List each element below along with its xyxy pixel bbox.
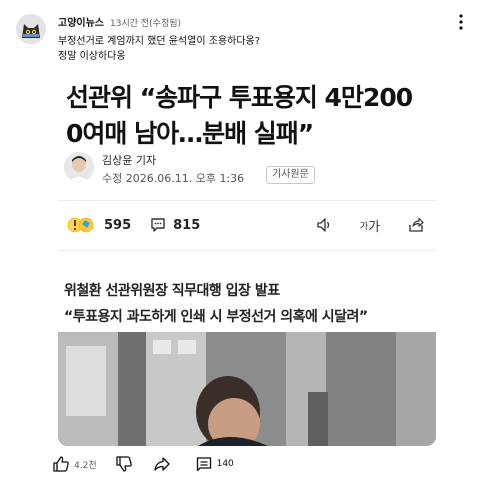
channel-avatar[interactable] [16,14,46,44]
comment-count: 140 [216,459,234,469]
post-image[interactable]: 선관위 “송파구 투표용지 4만200 0여매 남아…분배 실패” 김상윤 기자… [58,66,436,446]
post-actions: 4.2천 140 [52,452,234,476]
share-button[interactable] [153,455,171,473]
thumbs-up-icon [53,456,69,472]
article-photo [58,332,436,446]
more-vert-icon[interactable] [454,12,468,32]
share-arrow-icon [406,214,426,236]
divider [58,200,436,201]
article-headline: 선관위 “송파구 투표용지 4만200 0여매 남아…분배 실패” [66,80,436,152]
share-icon [153,457,170,471]
headline-line-2: 0여매 남아…분배 실패” [66,119,314,148]
speaker-icon [314,214,334,236]
reaction-bar: 595 815 [66,214,218,236]
comment-icon [151,218,165,232]
comments-button[interactable]: 140 [195,455,234,473]
post-text-line-1: 부정선거로 계엄까지 했던 윤석열이 조용하다옹? [58,36,261,47]
post-time[interactable]: 13시간 전(수정됨) [110,16,181,29]
comment-icon [196,457,211,472]
headline-line-1: 선관위 “송파구 투표용지 4만200 [66,83,413,112]
modified-time: 수정 2026.06.11. 오후 1:36 [102,172,245,185]
community-post: 고양이뉴스 13시간 전(수정됨) 부정선거로 계엄까지 했던 윤석열이 조용하… [0,0,480,488]
reaction-count: 595 [104,217,132,233]
post-header: 고양이뉴스 13시간 전(수정됨) [58,14,181,29]
like-button[interactable]: 4.2천 [52,455,115,473]
article-tools: 가가 [314,214,426,236]
article-subhead-2: “투표용지 과도하게 인쇄 시 부정선거 의혹에 시달려” [64,309,368,325]
dislike-button[interactable] [115,455,133,473]
reporter-avatar [64,152,94,182]
original-article-button: 기사원문 [266,166,315,184]
article-comment-count: 815 [173,217,201,233]
reaction-emoji-icon [66,214,96,236]
thumbs-down-icon [115,456,132,472]
divider [58,250,436,251]
post-text-line-2: 정말 이상하다옹 [58,51,126,62]
reporter-name: 김상윤 기자 [102,154,157,167]
channel-name[interactable]: 고양이뉴스 [58,14,104,29]
article-subhead-1: 위철환 선관위원장 직무대행 입장 발표 [64,283,280,299]
like-count: 4.2천 [74,460,97,471]
font-size-icon: 가가 [359,219,381,235]
